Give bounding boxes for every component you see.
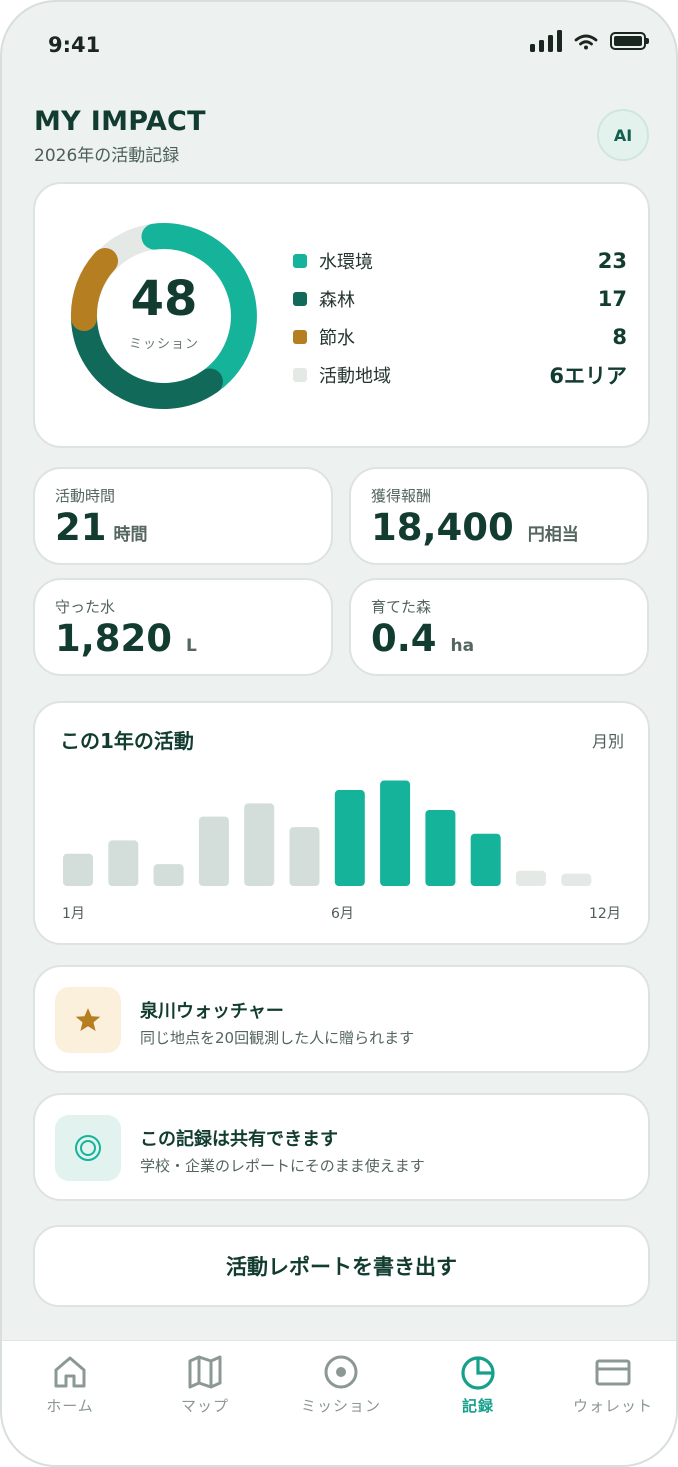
wifi-icon bbox=[574, 34, 598, 50]
legend-row-area: 活動地域 6エリア bbox=[293, 356, 627, 394]
legend-row-saving: 節水 8 bbox=[293, 318, 627, 356]
summary-legend: 水環境 23 森林 17 節水 8 活動地域 6エリア bbox=[293, 242, 627, 394]
activity-bar-2月 bbox=[108, 840, 139, 886]
activity-bar-9月 bbox=[425, 810, 456, 886]
x-axis-label-start: 1月 bbox=[62, 906, 85, 922]
bottom-tab-bar: ホーム マップ ミッション 記録 ウォレット bbox=[2, 1340, 676, 1465]
stat-unit: ha bbox=[450, 636, 475, 656]
mission-total: 48 bbox=[130, 270, 198, 327]
legend-value: 8 bbox=[612, 325, 627, 349]
activity-bar-4月 bbox=[198, 816, 229, 886]
star-icon bbox=[55, 987, 121, 1053]
stat-unit: 時間 bbox=[113, 525, 148, 545]
stat-label: 育てた森 bbox=[371, 598, 432, 616]
tab-home[interactable]: ホーム bbox=[10, 1353, 130, 1416]
target-icon bbox=[55, 1115, 121, 1181]
page-title: MY IMPACT bbox=[34, 106, 206, 137]
tab-map[interactable]: マップ bbox=[145, 1353, 265, 1416]
stat-value: 0.4 bbox=[371, 617, 437, 660]
stat-card-reward: 獲得報酬 18,400 円相当 bbox=[349, 467, 649, 565]
status-icons bbox=[530, 30, 649, 52]
stat-value: 18,400 bbox=[371, 506, 514, 549]
stat-card-forest-grown: 育てた森 0.4 ha bbox=[349, 578, 649, 676]
share-description: 学校・企業のレポートにそのまま使えます bbox=[140, 1157, 425, 1175]
legend-value: 23 bbox=[597, 249, 627, 273]
stat-card-water-saved: 守った水 1,820 L bbox=[33, 578, 333, 676]
signal-icon bbox=[530, 30, 562, 52]
tab-mission[interactable]: ミッション bbox=[281, 1353, 401, 1416]
home-icon bbox=[54, 1356, 86, 1388]
stat-unit: L bbox=[186, 636, 197, 656]
mission-icon bbox=[324, 1355, 358, 1389]
stat-value: 21 bbox=[55, 506, 107, 549]
legend-label: 活動地域 bbox=[319, 366, 391, 387]
x-axis-label-end: 12月 bbox=[589, 906, 621, 922]
export-report-button[interactable]: 活動レポートを書き出す bbox=[33, 1225, 650, 1307]
phone-screen: 9:41 MY IMPACT 2026年の活動記録 AI 48 ミッション 水環… bbox=[0, 0, 678, 1467]
mission-total-label: ミッション bbox=[128, 336, 199, 352]
legend-value: 6エリア bbox=[549, 364, 627, 388]
activity-bar-6月 bbox=[289, 827, 320, 886]
badge-description: 同じ地点を20回観測した人に贈られます bbox=[140, 1029, 415, 1047]
chart-icon bbox=[461, 1356, 495, 1390]
activity-bar-8月 bbox=[380, 780, 411, 886]
battery-icon bbox=[610, 32, 649, 50]
donut-center: 48 ミッション bbox=[69, 221, 259, 411]
legend-swatch bbox=[293, 254, 307, 268]
wallet-icon bbox=[595, 1359, 631, 1386]
tab-label: ホーム bbox=[46, 1397, 94, 1415]
ai-button[interactable]: AI bbox=[597, 109, 649, 161]
activity-bar-7月 bbox=[334, 790, 365, 886]
legend-swatch bbox=[293, 368, 307, 382]
activity-bar-5月 bbox=[244, 803, 275, 886]
legend-label: 水環境 bbox=[319, 252, 373, 273]
share-title: この記録は共有できます bbox=[140, 1129, 338, 1150]
tab-label: マップ bbox=[180, 1397, 229, 1415]
activity-bar-12月 bbox=[561, 873, 592, 886]
legend-swatch bbox=[293, 330, 307, 344]
tab-label: ミッション bbox=[300, 1397, 381, 1415]
tab-records[interactable]: 記録 bbox=[418, 1353, 538, 1416]
legend-swatch bbox=[293, 292, 307, 306]
activity-card: この1年の活動 月別 1月 6月 12月 bbox=[33, 701, 650, 945]
stat-card-activity-time: 活動時間 21 時間 bbox=[33, 467, 333, 565]
page-subtitle: 2026年の活動記録 bbox=[34, 146, 180, 166]
legend-label: 節水 bbox=[319, 328, 355, 349]
legend-label: 森林 bbox=[319, 290, 355, 311]
activity-bar-1月 bbox=[63, 853, 93, 886]
stat-value: 1,820 bbox=[55, 617, 173, 660]
activity-bar-3月 bbox=[153, 864, 184, 886]
summary-card: 48 ミッション 水環境 23 森林 17 節水 8 活動地域 6エリア bbox=[33, 182, 650, 448]
stat-label: 守った水 bbox=[55, 598, 116, 616]
map-icon bbox=[188, 1355, 222, 1389]
stat-label: 活動時間 bbox=[55, 487, 116, 505]
badge-title: 泉川ウォッチャー bbox=[140, 1001, 284, 1022]
stat-label: 獲得報酬 bbox=[371, 487, 432, 505]
tab-wallet[interactable]: ウォレット bbox=[553, 1353, 673, 1416]
tab-label: ウォレット bbox=[572, 1397, 653, 1415]
x-axis-label-mid: 6月 bbox=[331, 906, 354, 922]
activity-bar-11月 bbox=[516, 870, 546, 886]
legend-row-water: 水環境 23 bbox=[293, 242, 627, 280]
legend-value: 17 bbox=[597, 287, 627, 311]
badge-card[interactable]: 泉川ウォッチャー 同じ地点を20回観測した人に贈られます bbox=[33, 965, 650, 1073]
stat-unit: 円相当 bbox=[527, 525, 579, 545]
legend-row-forest: 森林 17 bbox=[293, 280, 627, 318]
activity-bar-10月 bbox=[470, 833, 501, 886]
mission-donut-chart: 48 ミッション bbox=[69, 221, 259, 411]
tab-label: 記録 bbox=[461, 1397, 494, 1415]
share-card[interactable]: この記録は共有できます 学校・企業のレポートにそのまま使えます bbox=[33, 1093, 650, 1201]
status-time: 9:41 bbox=[48, 33, 101, 57]
